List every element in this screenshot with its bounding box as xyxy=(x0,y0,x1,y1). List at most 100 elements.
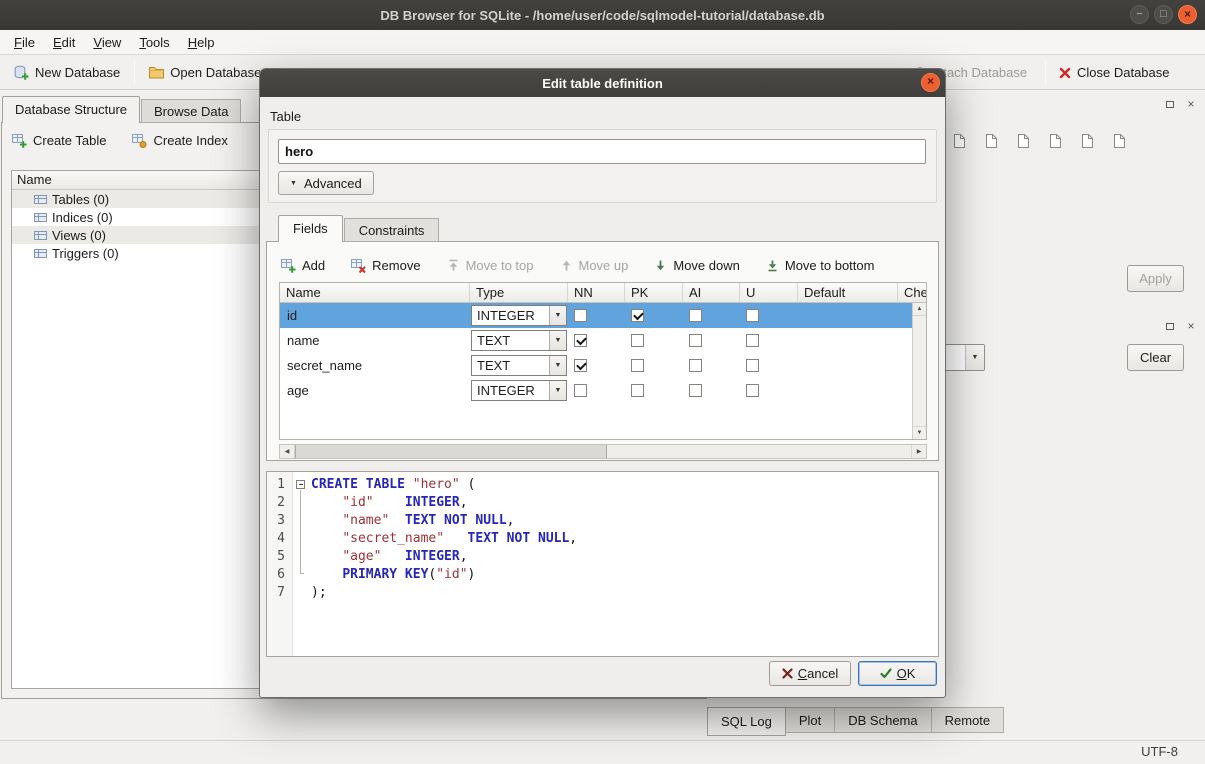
menu-view[interactable]: View xyxy=(84,32,130,53)
field-row[interactable]: age INTEGER ▼ xyxy=(280,378,912,403)
cell-editor-button[interactable] xyxy=(1108,129,1130,153)
tab-database-structure[interactable]: Database Structure xyxy=(2,96,140,123)
advanced-toggle-button[interactable]: ▼ Advanced xyxy=(278,171,374,195)
create-index-button[interactable]: Create Index xyxy=(132,133,227,148)
dock-close-button[interactable]: × xyxy=(1184,97,1198,111)
move-up-button[interactable]: Move up xyxy=(560,258,629,273)
type-combo[interactable]: TEXT ▼ xyxy=(471,355,567,376)
remove-field-button[interactable]: Remove xyxy=(351,258,420,273)
cell-editor-button[interactable] xyxy=(980,129,1002,153)
minimize-button[interactable]: − xyxy=(1130,5,1149,24)
field-name-cell[interactable]: id xyxy=(280,303,470,328)
dock-float-button[interactable] xyxy=(1163,97,1177,111)
tab-plot[interactable]: Plot xyxy=(786,707,835,733)
column-header-u[interactable]: U xyxy=(740,283,798,302)
field-check-cell[interactable] xyxy=(898,328,912,353)
new-database-button[interactable]: New Database xyxy=(8,61,126,84)
apply-button[interactable]: Apply xyxy=(1127,265,1184,292)
cell-editor-button[interactable] xyxy=(948,129,970,153)
chevron-down-icon[interactable]: ▼ xyxy=(965,345,984,370)
menu-tools[interactable]: Tools xyxy=(130,32,178,53)
column-header-check[interactable]: Check xyxy=(898,283,926,302)
ai-checkbox[interactable] xyxy=(689,359,702,372)
move-to-bottom-button[interactable]: Move to bottom xyxy=(766,258,875,273)
cell-editor-button[interactable] xyxy=(1076,129,1098,153)
field-row[interactable]: name TEXT ▼ xyxy=(280,328,912,353)
ai-checkbox[interactable] xyxy=(689,384,702,397)
tab-constraints[interactable]: Constraints xyxy=(344,218,440,242)
menu-help[interactable]: Help xyxy=(179,32,224,53)
field-default-cell[interactable] xyxy=(798,303,898,328)
cell-editor-button[interactable] xyxy=(1044,129,1066,153)
field-check-cell[interactable] xyxy=(898,303,912,328)
menu-file[interactable]: File xyxy=(5,32,44,53)
dock-close-button[interactable]: × xyxy=(1184,319,1198,333)
chevron-down-icon[interactable]: ▼ xyxy=(549,356,566,375)
chevron-down-icon[interactable]: ▼ xyxy=(549,331,566,350)
nn-checkbox[interactable] xyxy=(574,384,587,397)
type-combo[interactable]: INTEGER ▼ xyxy=(471,380,567,401)
add-field-button[interactable]: Add xyxy=(281,258,325,273)
tab-fields[interactable]: Fields xyxy=(278,215,343,242)
fold-collapse-icon[interactable] xyxy=(296,480,305,489)
ok-button[interactable]: OK xyxy=(858,661,937,686)
clear-button[interactable]: Clear xyxy=(1127,344,1184,371)
create-table-button[interactable]: Create Table xyxy=(12,133,106,148)
column-header-pk[interactable]: PK xyxy=(625,283,683,302)
dock-float-button[interactable] xyxy=(1163,319,1177,333)
grid-horizontal-scrollbar[interactable]: ◀ ▶ xyxy=(279,444,927,459)
pk-checkbox[interactable] xyxy=(631,309,644,322)
field-check-cell[interactable] xyxy=(898,353,912,378)
dialog-close-button[interactable]: × xyxy=(921,73,940,92)
tab-remote[interactable]: Remote xyxy=(932,707,1005,733)
scroll-down-button[interactable]: ▼ xyxy=(913,426,926,439)
close-window-button[interactable]: × xyxy=(1178,5,1197,24)
column-header-ai[interactable]: AI xyxy=(683,283,740,302)
field-name-cell[interactable]: name xyxy=(280,328,470,353)
table-name-input[interactable] xyxy=(278,139,926,164)
type-combo[interactable]: INTEGER ▼ xyxy=(471,305,567,326)
ai-checkbox[interactable] xyxy=(689,334,702,347)
scroll-left-button[interactable]: ◀ xyxy=(280,445,295,458)
column-header-name[interactable]: Name xyxy=(280,283,470,302)
scroll-up-button[interactable]: ▲ xyxy=(913,303,926,316)
u-checkbox[interactable] xyxy=(746,334,759,347)
field-name-cell[interactable]: age xyxy=(280,378,470,403)
menu-edit[interactable]: Edit xyxy=(44,32,84,53)
cancel-button[interactable]: Cancel xyxy=(769,661,851,686)
field-row[interactable]: id INTEGER ▼ xyxy=(280,303,912,328)
u-checkbox[interactable] xyxy=(746,309,759,322)
pk-checkbox[interactable] xyxy=(631,334,644,347)
tab-db-schema[interactable]: DB Schema xyxy=(835,707,931,733)
tab-browse-data[interactable]: Browse Data xyxy=(141,99,241,123)
type-combo[interactable]: TEXT ▼ xyxy=(471,330,567,351)
column-header-type[interactable]: Type xyxy=(470,283,568,302)
move-down-button[interactable]: Move down xyxy=(654,258,739,273)
field-row[interactable]: secret_name TEXT ▼ xyxy=(280,353,912,378)
nn-checkbox[interactable] xyxy=(574,359,587,372)
tab-sql-log[interactable]: SQL Log xyxy=(707,707,786,736)
nn-checkbox[interactable] xyxy=(574,309,587,322)
open-database-button[interactable]: Open Database xyxy=(143,61,267,84)
pk-checkbox[interactable] xyxy=(631,384,644,397)
column-header-nn[interactable]: NN xyxy=(568,283,625,302)
u-checkbox[interactable] xyxy=(746,384,759,397)
field-check-cell[interactable] xyxy=(898,378,912,403)
column-header-default[interactable]: Default xyxy=(798,283,898,302)
grid-vertical-scrollbar[interactable]: ▲ ▼ xyxy=(912,303,926,439)
close-database-button[interactable]: Close Database xyxy=(1053,55,1176,90)
hscroll-track[interactable] xyxy=(295,445,911,458)
chevron-down-icon[interactable]: ▼ xyxy=(549,306,566,325)
ai-checkbox[interactable] xyxy=(689,309,702,322)
cell-editor-button[interactable] xyxy=(1012,129,1034,153)
nn-checkbox[interactable] xyxy=(574,334,587,347)
move-to-top-button[interactable]: Move to top xyxy=(447,258,534,273)
maximize-button[interactable]: □ xyxy=(1154,5,1173,24)
chevron-down-icon[interactable]: ▼ xyxy=(549,381,566,400)
field-name-cell[interactable]: secret_name xyxy=(280,353,470,378)
field-default-cell[interactable] xyxy=(798,378,898,403)
hscroll-thumb[interactable] xyxy=(295,445,607,458)
field-default-cell[interactable] xyxy=(798,353,898,378)
pk-checkbox[interactable] xyxy=(631,359,644,372)
field-default-cell[interactable] xyxy=(798,328,898,353)
